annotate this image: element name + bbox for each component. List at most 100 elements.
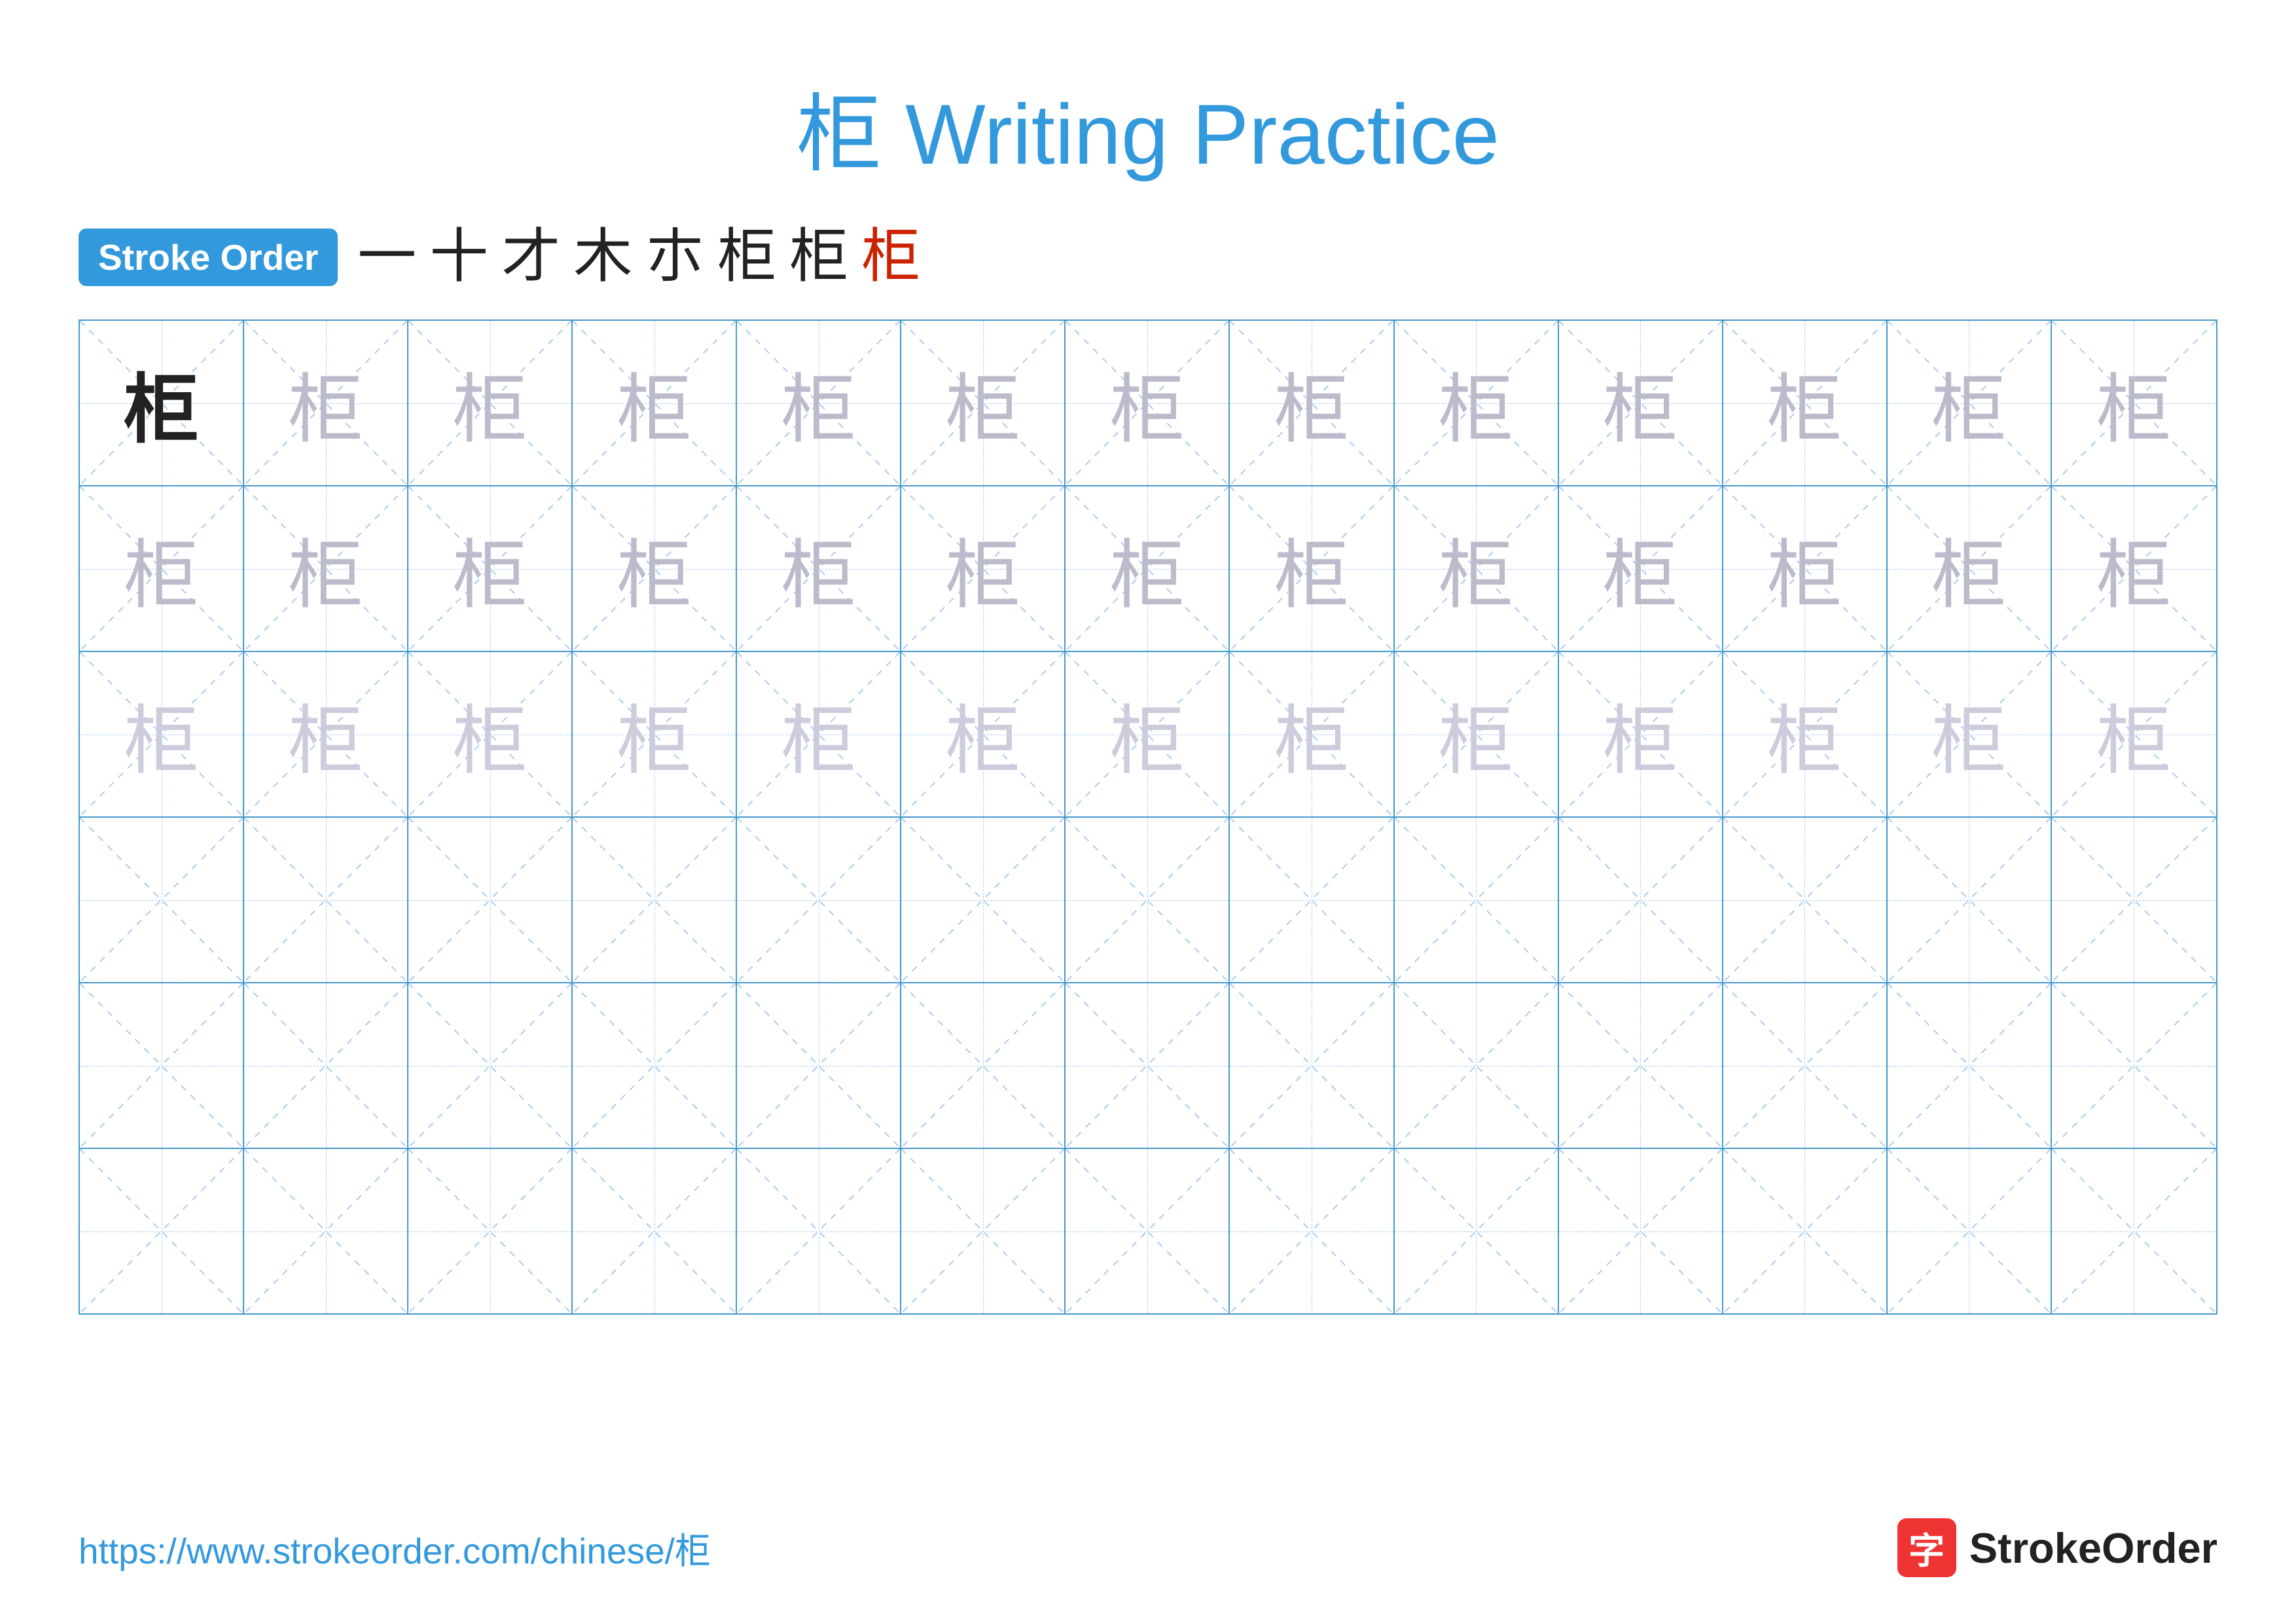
grid-cell[interactable]: 柜 <box>1395 486 1559 651</box>
grid-cell[interactable] <box>737 818 901 982</box>
grid-cell[interactable] <box>244 1149 408 1313</box>
grid-cell[interactable]: 柜 <box>1230 486 1394 651</box>
grid-cell[interactable]: 柜 <box>1066 652 1230 816</box>
cell-character: 柜 <box>2052 652 2216 816</box>
grid-cell[interactable] <box>1395 818 1559 982</box>
grid-cell[interactable]: 柜 <box>1559 486 1723 651</box>
grid-cell[interactable] <box>1723 1149 1888 1313</box>
grid-cell[interactable] <box>80 818 244 982</box>
stroke-5: 朩 <box>645 228 704 287</box>
grid-cell[interactable] <box>1888 818 2052 982</box>
grid-cell[interactable] <box>1230 983 1394 1148</box>
grid-cell[interactable]: 柜 <box>408 321 573 485</box>
grid-cell[interactable] <box>2052 983 2216 1148</box>
grid-cell[interactable] <box>1066 983 1230 1148</box>
grid-cell[interactable] <box>1888 1149 2052 1313</box>
title-area: 柜 Writing Practice <box>79 65 2217 189</box>
grid-cell[interactable]: 柜 <box>80 321 244 485</box>
grid-cell[interactable]: 柜 <box>1888 321 2052 485</box>
grid-row[interactable] <box>80 1149 2216 1313</box>
grid-row[interactable]: 柜柜柜柜柜柜柜柜柜柜柜柜柜 <box>80 652 2216 818</box>
grid-cell[interactable] <box>1723 983 1888 1148</box>
grid-row[interactable]: 柜柜柜柜柜柜柜柜柜柜柜柜柜 <box>80 486 2216 652</box>
cell-character: 柜 <box>2052 321 2216 485</box>
grid-cell[interactable] <box>573 1149 737 1313</box>
grid-cell[interactable] <box>1559 1149 1723 1313</box>
logo-name: StrokeOrder <box>1969 1523 2217 1573</box>
grid-cell[interactable] <box>408 983 573 1148</box>
grid-cell[interactable]: 柜 <box>408 652 573 816</box>
grid-cell[interactable]: 柜 <box>737 486 901 651</box>
grid-cell[interactable]: 柜 <box>737 321 901 485</box>
grid-cell[interactable] <box>80 1149 244 1313</box>
cell-character: 柜 <box>1888 652 2051 816</box>
grid-cell[interactable]: 柜 <box>80 486 244 651</box>
stroke-3: 才 <box>501 228 560 287</box>
grid-cell[interactable] <box>1559 983 1723 1148</box>
grid-cell[interactable]: 柜 <box>573 652 737 816</box>
grid-cell[interactable]: 柜 <box>573 486 737 651</box>
grid-cell[interactable]: 柜 <box>408 486 573 651</box>
footer-logo: 字 StrokeOrder <box>1897 1518 2217 1577</box>
grid-cell[interactable] <box>1395 983 1559 1148</box>
grid-cell[interactable]: 柜 <box>244 652 408 816</box>
grid-cell[interactable]: 柜 <box>1723 321 1888 485</box>
grid-cell[interactable]: 柜 <box>244 321 408 485</box>
grid-cell[interactable]: 柜 <box>737 652 901 816</box>
grid-cell[interactable]: 柜 <box>2052 321 2216 485</box>
grid-cell[interactable] <box>1066 1149 1230 1313</box>
grid-cell[interactable] <box>901 983 1066 1148</box>
grid-cell[interactable] <box>2052 1149 2216 1313</box>
grid-cell[interactable] <box>737 1149 901 1313</box>
grid-cell[interactable]: 柜 <box>1559 321 1723 485</box>
cell-character: 柜 <box>901 486 1064 651</box>
cell-character: 柜 <box>1888 321 2051 485</box>
grid-cell[interactable]: 柜 <box>1723 652 1888 816</box>
grid-cell[interactable] <box>2052 818 2216 982</box>
grid-cell[interactable] <box>901 818 1066 982</box>
grid-row[interactable] <box>80 818 2216 983</box>
grid-cell[interactable] <box>1395 1149 1559 1313</box>
grid-cell[interactable] <box>408 1149 573 1313</box>
grid-cell[interactable] <box>1559 818 1723 982</box>
grid-cell[interactable]: 柜 <box>901 486 1066 651</box>
grid-cell[interactable] <box>573 983 737 1148</box>
grid-row[interactable] <box>80 983 2216 1149</box>
grid-cell[interactable]: 柜 <box>901 321 1066 485</box>
grid-cell[interactable] <box>80 983 244 1148</box>
grid-cell[interactable]: 柜 <box>1230 652 1394 816</box>
cell-character: 柜 <box>737 486 900 651</box>
grid-cell[interactable]: 柜 <box>1888 486 2052 651</box>
grid-cell[interactable]: 柜 <box>1888 652 2052 816</box>
grid-cell[interactable]: 柜 <box>1559 652 1723 816</box>
grid-cell[interactable]: 柜 <box>1723 486 1888 651</box>
grid-cell[interactable]: 柜 <box>1395 652 1559 816</box>
logo-icon: 字 <box>1897 1518 1956 1577</box>
grid-cell[interactable]: 柜 <box>573 321 737 485</box>
grid-cell[interactable]: 柜 <box>1066 321 1230 485</box>
grid-cell[interactable]: 柜 <box>80 652 244 816</box>
grid-cell[interactable] <box>573 818 737 982</box>
grid-cell[interactable]: 柜 <box>244 486 408 651</box>
stroke-7: 柜 <box>789 228 848 287</box>
grid-cell[interactable] <box>1066 818 1230 982</box>
grid-cell[interactable]: 柜 <box>1066 486 1230 651</box>
grid-cell[interactable] <box>737 983 901 1148</box>
grid-cell[interactable] <box>1723 818 1888 982</box>
cell-character: 柜 <box>1723 486 1886 651</box>
grid-cell[interactable] <box>901 1149 1066 1313</box>
grid-cell[interactable] <box>1230 1149 1394 1313</box>
grid-cell[interactable]: 柜 <box>1230 321 1394 485</box>
grid-cell[interactable] <box>408 818 573 982</box>
grid-cell[interactable]: 柜 <box>2052 652 2216 816</box>
grid-cell[interactable] <box>1230 818 1394 982</box>
grid-cell[interactable] <box>1888 983 2052 1148</box>
grid-row[interactable]: 柜柜柜柜柜柜柜柜柜柜柜柜柜 <box>80 321 2216 486</box>
grid-cell[interactable]: 柜 <box>2052 486 2216 651</box>
grid-cell[interactable] <box>244 983 408 1148</box>
cell-character: 柜 <box>901 652 1064 816</box>
grid-cell[interactable] <box>244 818 408 982</box>
page-container: 柜 Writing Practice Stroke Order 一 十 才 木 … <box>0 0 2296 1623</box>
grid-cell[interactable]: 柜 <box>1395 321 1559 485</box>
grid-cell[interactable]: 柜 <box>901 652 1066 816</box>
